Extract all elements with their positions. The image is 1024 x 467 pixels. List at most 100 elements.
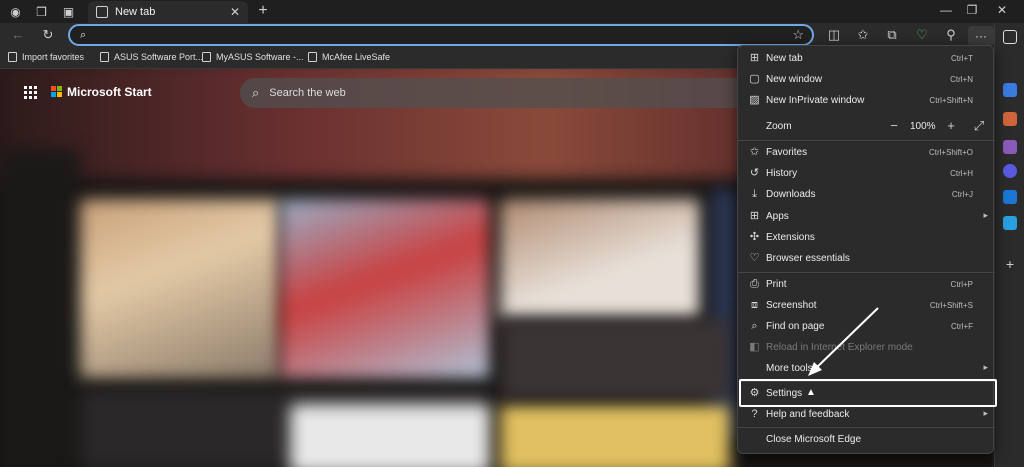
menu-item-help-feedback[interactable]: ? Help and feedback ▸	[738, 404, 995, 425]
refresh-icon[interactable]: ↻	[40, 27, 56, 43]
outlook-icon[interactable]	[1003, 190, 1017, 204]
history-icon: ↺	[749, 167, 760, 179]
extensions-icon[interactable]: ⚲	[943, 27, 959, 43]
heart-icon: ♡	[749, 252, 760, 264]
search-icon: ⌕	[80, 29, 87, 41]
zoom-out-button[interactable]: −	[886, 118, 902, 134]
print-icon: ⎙	[750, 278, 759, 290]
search-icon: ⌕	[252, 85, 260, 100]
menu-item-new-inprivate[interactable]: ▨ New InPrivate window Ctrl+Shift+N	[738, 90, 995, 111]
new-window-icon: ▢	[749, 73, 760, 85]
apps-icon: ⊞	[749, 210, 760, 222]
workspaces-icon[interactable]: ❒	[34, 4, 49, 19]
close-window-icon[interactable]: ✕	[994, 3, 1010, 17]
page-icon	[202, 52, 211, 62]
add-sidebar-app-icon[interactable]: +	[1003, 257, 1017, 271]
new-tab-button[interactable]: +	[254, 2, 272, 20]
tab-new-tab[interactable]: New tab ✕	[88, 1, 248, 23]
menu-item-apps[interactable]: ⊞ Apps ▸	[738, 206, 995, 227]
menu-item-shortcut: Ctrl+F	[951, 322, 973, 331]
address-input[interactable]	[96, 28, 786, 42]
menu-item-downloads[interactable]: ⤓ Downloads Ctrl+J	[738, 184, 995, 205]
games-icon[interactable]	[1003, 140, 1017, 154]
tools-icon[interactable]	[1003, 112, 1017, 126]
menu-item-label: Extensions	[766, 232, 815, 243]
chevron-right-icon: ▸	[983, 210, 988, 220]
profile-icon[interactable]: ◉	[8, 4, 23, 19]
menu-item-label: Help and feedback	[766, 409, 850, 420]
page-icon	[100, 52, 109, 62]
menu-item-extensions[interactable]: ✣ Extensions	[738, 227, 995, 248]
browser-essentials-icon[interactable]: ♡	[914, 27, 930, 43]
news-card	[290, 404, 490, 467]
send-icon[interactable]	[1003, 216, 1017, 230]
new-tab-icon: ⊞	[749, 52, 760, 64]
menu-item-new-window[interactable]: ▢ New window Ctrl+N	[738, 69, 995, 90]
web-search-placeholder: Search the web	[269, 87, 346, 99]
minimize-icon[interactable]: —	[938, 3, 954, 17]
page-icon	[308, 52, 317, 62]
menu-separator	[738, 140, 995, 141]
menu-item-shortcut: Ctrl+H	[950, 169, 973, 178]
menu-item-label: History	[766, 168, 798, 179]
shopping-tag-icon[interactable]	[1003, 83, 1017, 97]
favorite-mcafee[interactable]: McAfee LiveSafe	[308, 52, 390, 62]
screenshot-icon: ⧈	[751, 299, 758, 311]
menu-item-browser-essentials[interactable]: ♡ Browser essentials	[738, 248, 995, 269]
favorites-icon[interactable]: ✩	[855, 27, 871, 43]
annotation-arrow	[808, 307, 879, 376]
fullscreen-icon[interactable]: ⤢	[971, 118, 987, 134]
menu-item-new-tab[interactable]: ⊞ New tab Ctrl+T	[738, 48, 995, 69]
settings-and-more-button[interactable]: ···	[968, 26, 994, 46]
inprivate-icon: ▨	[749, 94, 760, 106]
tab-strip: ◉ ❒ ▣ New tab ✕ + — ❐ ✕	[0, 0, 1024, 23]
import-icon	[8, 52, 17, 62]
menu-item-label: Favorites	[766, 147, 808, 158]
favorite-myasus[interactable]: MyASUS Software -...	[202, 52, 304, 62]
tab-title: New tab	[115, 6, 156, 18]
news-image	[280, 199, 490, 379]
ms-start-header: Microsoft Start	[24, 85, 152, 99]
menu-item-shortcut: Ctrl+Shift+S	[929, 301, 973, 310]
microsoft-logo-icon	[51, 86, 63, 98]
collections-icon[interactable]: ⧉	[884, 27, 900, 43]
news-card	[500, 404, 730, 467]
menu-item-favorites[interactable]: ✩ Favorites Ctrl+Shift+O	[738, 142, 995, 163]
copilot-icon[interactable]	[1003, 164, 1017, 178]
zoom-row: Zoom − 100% + ⤢	[738, 115, 995, 139]
background-panel	[0, 149, 80, 467]
back-icon[interactable]: ←	[10, 27, 26, 43]
favorite-star-icon[interactable]: ☆	[792, 27, 804, 43]
vertical-tabs-icon[interactable]: ▣	[61, 4, 76, 19]
menu-separator	[738, 427, 995, 428]
menu-item-close-edge[interactable]: Close Microsoft Edge	[738, 429, 995, 450]
menu-item-history[interactable]: ↺ History Ctrl+H	[738, 163, 995, 184]
menu-item-label: New tab	[766, 53, 803, 64]
address-bar[interactable]: ⌕ ☆	[68, 24, 814, 46]
web-search-box[interactable]: ⌕ Search the web	[240, 78, 750, 108]
maximize-icon[interactable]: ❐	[964, 3, 980, 17]
zoom-value: 100%	[910, 121, 936, 132]
menu-item-label: Print	[766, 279, 787, 290]
menu-item-shortcut: Ctrl+N	[950, 75, 973, 84]
menu-item-label: Close Microsoft Edge	[766, 434, 862, 445]
close-tab-icon[interactable]: ✕	[230, 5, 240, 19]
favorite-asus-portal[interactable]: ASUS Software Port...	[100, 52, 203, 62]
favorite-label: ASUS Software Port...	[114, 52, 204, 62]
news-card	[500, 319, 730, 399]
menu-item-shortcut: Ctrl+P	[950, 280, 973, 289]
menu-item-shortcut: Ctrl+J	[951, 190, 973, 199]
extensions-icon: ✣	[749, 231, 760, 243]
app-launcher-icon[interactable]	[24, 85, 37, 99]
zoom-in-button[interactable]: +	[943, 118, 959, 134]
favorite-import[interactable]: Import favorites	[8, 52, 84, 62]
tab-page-icon	[96, 6, 108, 18]
find-icon: ⌕	[751, 320, 758, 332]
brand-title[interactable]: Microsoft Start	[67, 85, 152, 99]
menu-item-label: Browser essentials	[766, 253, 850, 264]
menu-item-label: New InPrivate window	[766, 95, 865, 106]
split-screen-icon[interactable]: ◫	[826, 27, 842, 43]
news-image	[80, 199, 280, 379]
sidebar-toggle-icon[interactable]	[1003, 30, 1017, 44]
menu-item-print[interactable]: ⎙ Print Ctrl+P	[738, 274, 995, 295]
